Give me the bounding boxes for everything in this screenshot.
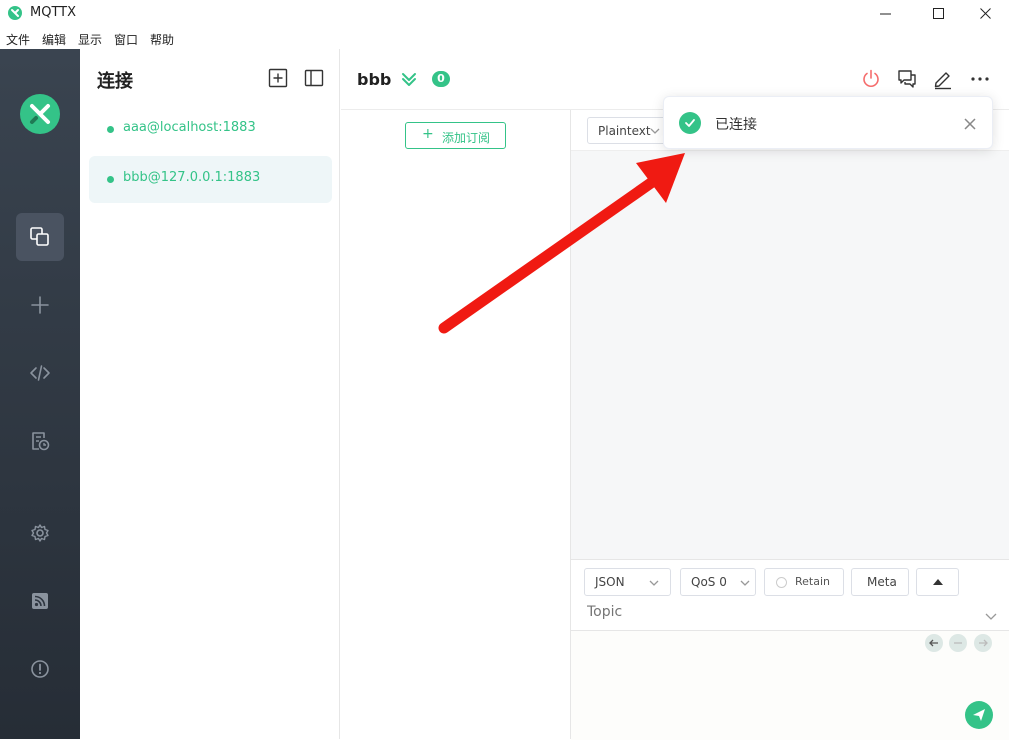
close-window-button[interactable]: [963, 0, 1009, 28]
menu-help[interactable]: 帮助: [150, 31, 174, 48]
success-check-icon: [679, 112, 701, 134]
rss-icon: [32, 593, 48, 609]
nav-rail: [0, 49, 80, 739]
mqttx-logo-icon: [8, 6, 22, 20]
arrow-left-icon: [929, 639, 938, 647]
nav-feed[interactable]: [16, 577, 64, 625]
add-subscription-label: 添加订阅: [442, 131, 491, 145]
edit-icon: [934, 72, 951, 90]
notification-text: 已连接: [715, 117, 757, 133]
title-bar: MQTTX: [0, 0, 1009, 28]
log-icon: [32, 432, 50, 451]
close-icon: [964, 118, 976, 130]
connected-notification: 已连接: [663, 96, 993, 149]
status-dot: [107, 176, 114, 183]
double-chevron-down-icon[interactable]: [401, 71, 417, 87]
history-forward-button[interactable]: [974, 634, 992, 652]
publish-format-select[interactable]: JSON: [584, 568, 671, 596]
nav-about[interactable]: [16, 645, 64, 693]
nav-settings[interactable]: [16, 509, 64, 557]
connection-list-panel: 连接 aaa@localhost:1883 bbb@127.0.0.1:1883: [80, 49, 340, 739]
window-title: MQTTX: [30, 5, 77, 20]
connection-item[interactable]: bbb@127.0.0.1:1883: [89, 156, 332, 203]
message-list-area: Plaintext: [571, 110, 1009, 559]
nav-log[interactable]: [16, 417, 64, 465]
caret-up-icon: [933, 579, 943, 585]
toggle-sidebar-button[interactable]: [304, 68, 324, 88]
connections-heading: 连接: [97, 71, 133, 92]
disconnect-button[interactable]: [860, 68, 882, 90]
connection-label: bbb@127.0.0.1:1883: [123, 170, 261, 185]
connection-label: aaa@localhost:1883: [123, 120, 256, 135]
arrow-right-icon: [979, 639, 988, 647]
add-subscription-button[interactable]: + 添加订阅: [405, 122, 506, 149]
status-dot: [107, 126, 114, 133]
sidebar-icon: [304, 69, 324, 87]
menu-view[interactable]: 显示: [78, 31, 102, 48]
history-clear-button[interactable]: [949, 634, 967, 652]
plus-icon: +: [422, 126, 434, 142]
menu-bar: 文件 编辑 显示 窗口 帮助: [0, 28, 1009, 49]
chat-window-icon: [898, 70, 916, 88]
chevron-down-icon: [649, 580, 659, 586]
menu-file[interactable]: 文件: [6, 31, 30, 48]
payload-format-value: Plaintext: [598, 124, 651, 138]
plus-icon: [31, 296, 49, 314]
new-connection-button[interactable]: [268, 68, 288, 88]
maximize-button[interactable]: [916, 0, 962, 28]
payload-editor[interactable]: [571, 631, 1009, 740]
new-window-button[interactable]: [896, 68, 918, 90]
publish-panel: JSON QoS 0 Retain Meta: [571, 559, 1009, 740]
nav-new-connection[interactable]: [16, 281, 64, 329]
chevron-down-icon: [740, 580, 750, 586]
history-back-button[interactable]: [925, 634, 943, 652]
meta-label: Meta: [867, 575, 897, 589]
expand-button[interactable]: [916, 568, 959, 596]
minus-icon: [954, 642, 962, 644]
close-notification-button[interactable]: [963, 116, 977, 130]
nav-connections[interactable]: [16, 213, 64, 261]
mqttx-logo-icon: [20, 94, 60, 134]
chevron-down-icon[interactable]: [985, 610, 997, 622]
qos-value: QoS 0: [691, 575, 727, 589]
qos-select[interactable]: QoS 0: [680, 568, 756, 596]
edit-connection-button[interactable]: [932, 68, 954, 90]
connections-icon: [30, 227, 49, 246]
retain-label: Retain: [795, 575, 830, 588]
send-button[interactable]: [965, 701, 993, 729]
ellipsis-icon: [971, 77, 989, 81]
topic-input[interactable]: [587, 604, 987, 620]
power-icon: [863, 69, 879, 87]
menu-window[interactable]: 窗口: [114, 31, 138, 48]
chevron-down-icon: [650, 128, 660, 134]
payload-format-select[interactable]: Plaintext: [587, 117, 667, 144]
retain-radio[interactable]: [776, 577, 787, 588]
message-count-badge: 0: [432, 71, 450, 87]
send-icon: [973, 709, 985, 721]
meta-button[interactable]: Meta: [851, 568, 909, 596]
connection-name: bbb: [357, 70, 392, 89]
nav-script[interactable]: [16, 349, 64, 397]
info-icon: [31, 660, 49, 678]
gear-icon: [31, 524, 49, 542]
add-square-icon: [268, 68, 288, 88]
minimize-button[interactable]: [863, 0, 909, 28]
subscription-column: + 添加订阅: [341, 110, 571, 739]
code-icon: [30, 365, 50, 381]
publish-format-value: JSON: [595, 575, 625, 589]
more-options-button[interactable]: [969, 68, 991, 90]
menu-edit[interactable]: 编辑: [42, 31, 66, 48]
connection-item[interactable]: aaa@localhost:1883: [89, 106, 332, 153]
retain-toggle[interactable]: Retain: [764, 568, 844, 596]
